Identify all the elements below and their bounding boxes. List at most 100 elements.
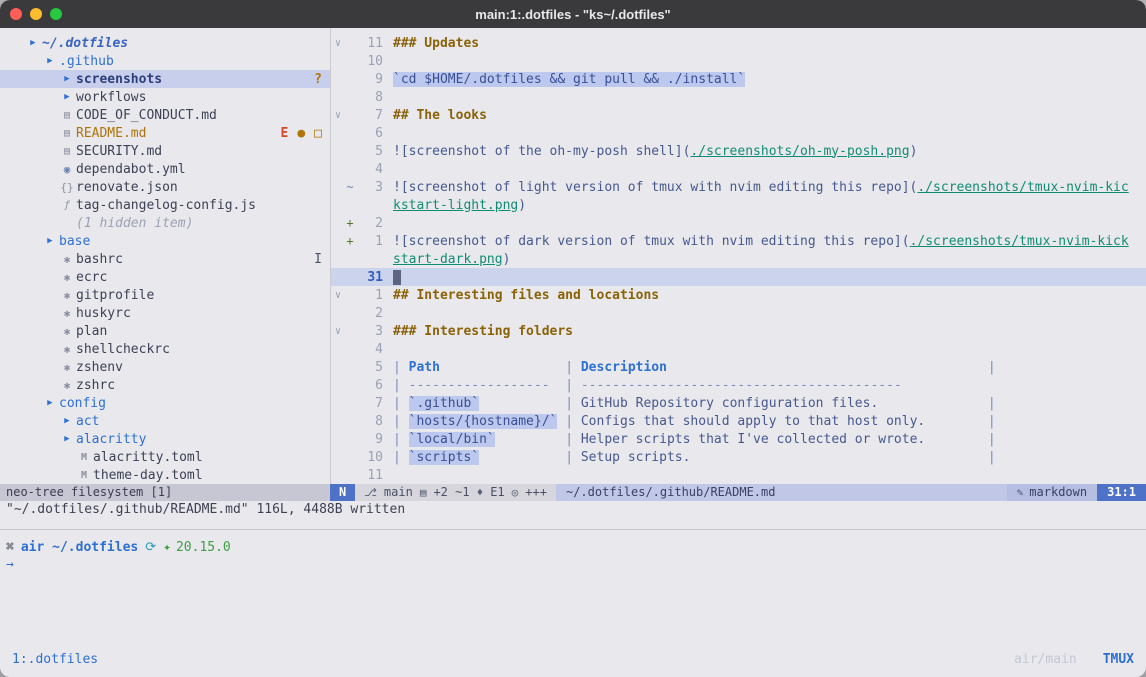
tree-item-bashrc[interactable]: ✱bashrcI (0, 250, 330, 268)
tree-item-shellcheckrc[interactable]: ✱shellcheckrc (0, 340, 330, 358)
tree-item-dependabot.yml[interactable]: ◉dependabot.yml (0, 160, 330, 178)
fold-marker[interactable]: ∨ (331, 38, 345, 49)
tree-item-workflows[interactable]: ▶workflows (0, 88, 330, 106)
tree-item-act[interactable]: ▶act (0, 412, 330, 430)
tree-item-plan[interactable]: ✱plan (0, 322, 330, 340)
editor-buffer: ∨11### Updates109`cd $HOME/.dotfiles && … (331, 34, 1146, 484)
close-button[interactable] (10, 8, 22, 20)
tree-item-ecrc[interactable]: ✱ecrc (0, 268, 330, 286)
tree-item-security.md[interactable]: ▤SECURITY.md (0, 142, 330, 160)
tmux-window-tab[interactable]: 1:.dotfiles (12, 652, 98, 667)
toml-icon: M (75, 470, 93, 481)
item-markers: E●□ (281, 126, 330, 141)
diagnostics-count: E1 (490, 484, 504, 501)
editor-line[interactable]: ∨1## Interesting files and locations (331, 286, 1146, 304)
tree-item-.github[interactable]: ▶.github (0, 52, 330, 70)
braces-icon: {} (58, 181, 76, 194)
folder-icon: ▶ (41, 236, 59, 246)
editor-line[interactable]: 5| Path | Description | (331, 358, 1146, 376)
tree-item-label: (1 hidden item) (76, 216, 193, 231)
tree-item-alacritty[interactable]: ▶alacritty (0, 430, 330, 448)
editor-line[interactable]: 2 (331, 304, 1146, 322)
tree-item-tag-changelog-config.js[interactable]: ƒtag-changelog-config.js (0, 196, 330, 214)
editor-line[interactable]: 9| `local/bin` | Helper scripts that I'v… (331, 430, 1146, 448)
diff-stats: +2 ~1 (433, 484, 469, 501)
editor-line[interactable]: 8| `hosts/{hostname}/` | Configs that sh… (331, 412, 1146, 430)
editor-line[interactable]: kstart-light.png) (331, 196, 1146, 214)
file-tree: ▶~/.dotfiles▶.github▶screenshots?▶workfl… (0, 34, 330, 484)
tree-item-config[interactable]: ▶config (0, 394, 330, 412)
tree-item-base[interactable]: ▶base (0, 232, 330, 250)
fold-marker[interactable]: ∨ (331, 110, 345, 121)
editor-line[interactable]: 9`cd $HOME/.dotfiles && git pull && ./in… (331, 70, 1146, 88)
editor-line[interactable]: 5![screenshot of the oh-my-posh shell](.… (331, 142, 1146, 160)
tree-item-gitprofile[interactable]: ✱gitprofile (0, 286, 330, 304)
line-number: 3 (355, 324, 383, 339)
tree-item--1-hidden-item-[interactable]: (1 hidden item) (0, 214, 330, 232)
filetype-segment: ✎ markdown (1007, 484, 1097, 501)
editor-line[interactable]: 8 (331, 88, 1146, 106)
shell-pane[interactable]: ⌘ air ~/.dotfiles ⟳ ✦ 20.15.0 → (0, 530, 1146, 574)
prompt-path: air ~/.dotfiles (21, 540, 138, 555)
tmux-top-pane: ▶~/.dotfiles▶.github▶screenshots?▶workfl… (0, 28, 1146, 484)
editor-line[interactable]: 31 (331, 268, 1146, 286)
tree-item-label: screenshots (76, 72, 162, 87)
line-number: 5 (355, 144, 383, 159)
line-number: 6 (355, 378, 383, 393)
editor-line[interactable]: 10| `scripts` | Setup scripts. | (331, 448, 1146, 466)
editor-line[interactable]: ~3![screenshot of light version of tmux … (331, 178, 1146, 196)
tree-item-code-of-conduct.md[interactable]: ▤CODE_OF_CONDUCT.md (0, 106, 330, 124)
shell-empty-area[interactable] (0, 574, 1146, 641)
editor-pane[interactable]: ∨11### Updates109`cd $HOME/.dotfiles && … (330, 28, 1146, 484)
editor-line[interactable]: 7| `.github` | GitHub Repository configu… (331, 394, 1146, 412)
tree-item-label: bashrc (76, 252, 123, 267)
terminal-window: main:1:.dotfiles - "ks~/.dotfiles" ▶~/.d… (0, 0, 1146, 677)
editor-line[interactable]: 6 (331, 124, 1146, 142)
editor-line[interactable]: ∨7## The looks (331, 106, 1146, 124)
tree-item-theme-day.toml[interactable]: Mtheme-day.toml (0, 466, 330, 484)
cursor-marker: I (314, 252, 322, 267)
editor-line[interactable]: ∨11### Updates (331, 34, 1146, 52)
tree-item-screenshots[interactable]: ▶screenshots? (0, 70, 330, 88)
line-number: 4 (355, 342, 383, 357)
tree-item-renovate.json[interactable]: {}renovate.json (0, 178, 330, 196)
gear-icon: ◉ (58, 163, 76, 176)
tree-item-huskyrc[interactable]: ✱huskyrc (0, 304, 330, 322)
doc-icon: ▤ (58, 146, 76, 157)
node-version: 20.15.0 (176, 540, 231, 555)
minimize-button[interactable] (30, 8, 42, 20)
doc-icon: ▤ (58, 110, 76, 121)
diff-icon: ▤ (420, 484, 427, 501)
editor-line[interactable]: 11 (331, 466, 1146, 484)
tree-item--.dotfiles[interactable]: ▶~/.dotfiles (0, 34, 330, 52)
line-text: ### Interesting folders (393, 324, 573, 339)
line-text: start-dark.png) (393, 252, 510, 267)
zoom-button[interactable] (50, 8, 62, 20)
tree-item-label: workflows (76, 90, 146, 105)
tree-item-zshrc[interactable]: ✱zshrc (0, 376, 330, 394)
prompt-arrow-icon: → (6, 556, 1146, 574)
fold-marker[interactable]: ∨ (331, 290, 345, 301)
line-text: | `scripts` | Setup scripts. | (393, 450, 996, 465)
tree-item-alacritty.toml[interactable]: Malacritty.toml (0, 448, 330, 466)
editor-line[interactable]: 10 (331, 52, 1146, 70)
tree-item-zshenv[interactable]: ✱zshenv (0, 358, 330, 376)
folder-icon: ▶ (58, 92, 76, 102)
editor-line[interactable]: 6| ------------------ | ----------------… (331, 376, 1146, 394)
editor-line[interactable]: ∨ 3 ### Interesting folders (331, 322, 1146, 340)
line-number: 6 (355, 126, 383, 141)
editor-line[interactable]: 4 (331, 160, 1146, 178)
tree-item-label: CODE_OF_CONDUCT.md (76, 108, 217, 123)
editor-line[interactable]: +1![screenshot of dark version of tmux w… (331, 232, 1146, 250)
editor-line[interactable]: +2 (331, 214, 1146, 232)
fold-marker[interactable]: ∨ (331, 326, 345, 337)
tree-item-label: config (59, 396, 106, 411)
line-text: | `.github` | GitHub Repository configur… (393, 396, 996, 411)
titlebar: main:1:.dotfiles - "ks~/.dotfiles" (0, 0, 1146, 28)
editor-line[interactable]: 4 (331, 340, 1146, 358)
editor-line[interactable]: start-dark.png) (331, 250, 1146, 268)
lsp-status: +++ (525, 484, 547, 501)
git-sign: ~ (345, 180, 355, 194)
line-number: 3 (355, 180, 383, 195)
tree-item-readme.md[interactable]: ▤README.mdE●□ (0, 124, 330, 142)
